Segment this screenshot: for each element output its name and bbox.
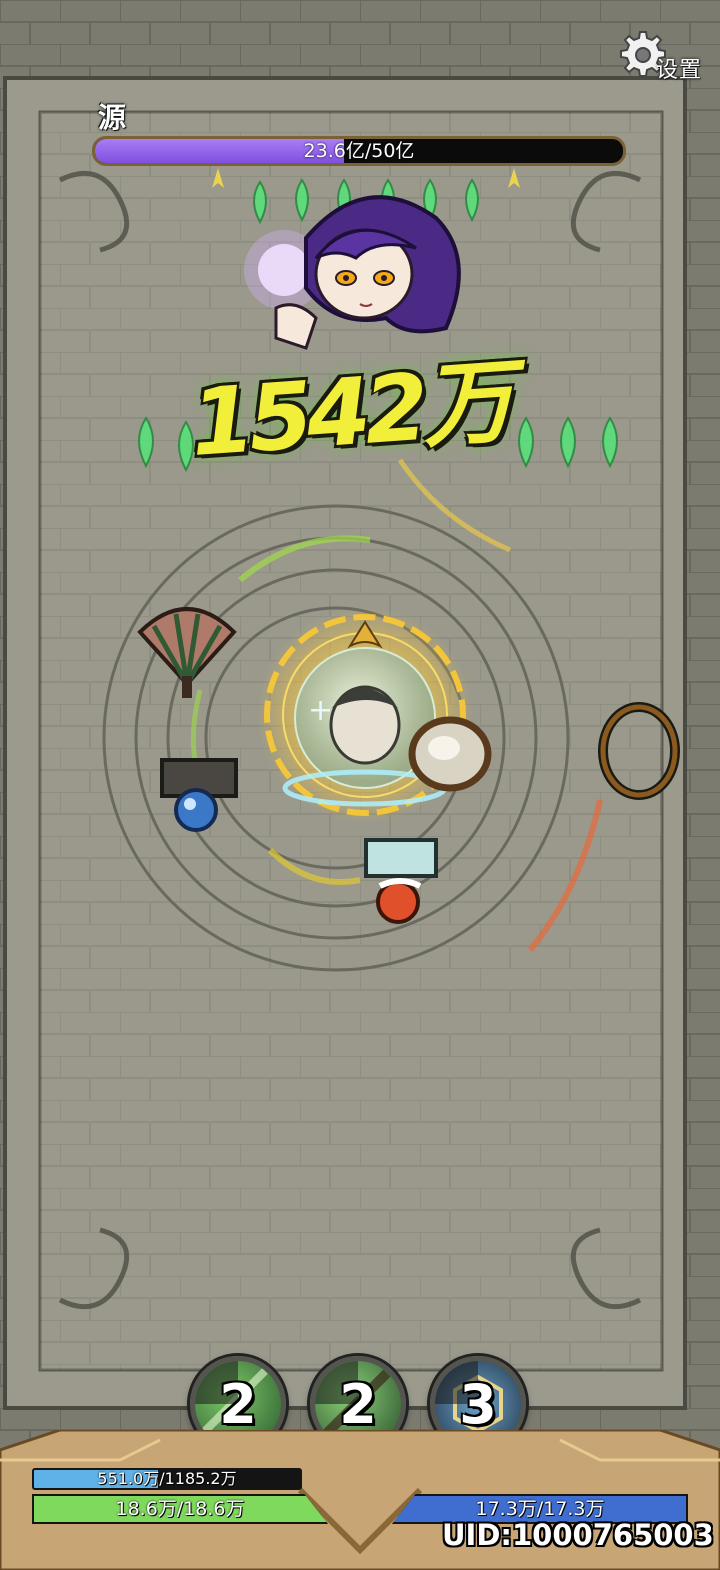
boss-name: 源 <box>98 101 127 134</box>
exp-bar-text: 551.0万/1185.2万 <box>97 1469 237 1488</box>
boss-hp-bar: 23.6亿/50亿 <box>92 136 626 166</box>
skill-cooldown-2: 2 <box>339 1373 377 1436</box>
skill-cooldown-1: 2 <box>219 1373 257 1436</box>
fan-artifact <box>137 607 237 698</box>
skill-cooldown-3: 3 <box>459 1373 497 1436</box>
player-uid: UID:1000765003 <box>442 1518 714 1552</box>
settings-label: 设置 <box>656 58 703 83</box>
orb-box-artifact <box>160 758 238 832</box>
exp-bar: 551.0万/1185.2万 <box>32 1468 302 1490</box>
mirror-artifact <box>408 716 492 792</box>
boss-hp-text: 23.6亿/50亿 <box>303 140 415 162</box>
potion-box-artifact <box>364 838 438 924</box>
damage-number: 1542万 <box>187 348 512 477</box>
settings-button[interactable]: 设置 <box>618 28 708 83</box>
svg-text:+: + <box>308 693 333 728</box>
ring-artifact <box>598 702 680 800</box>
player-hp-bar: 18.6万/18.6万 <box>32 1494 328 1524</box>
player-hp-text: 18.6万/18.6万 <box>115 1498 245 1520</box>
